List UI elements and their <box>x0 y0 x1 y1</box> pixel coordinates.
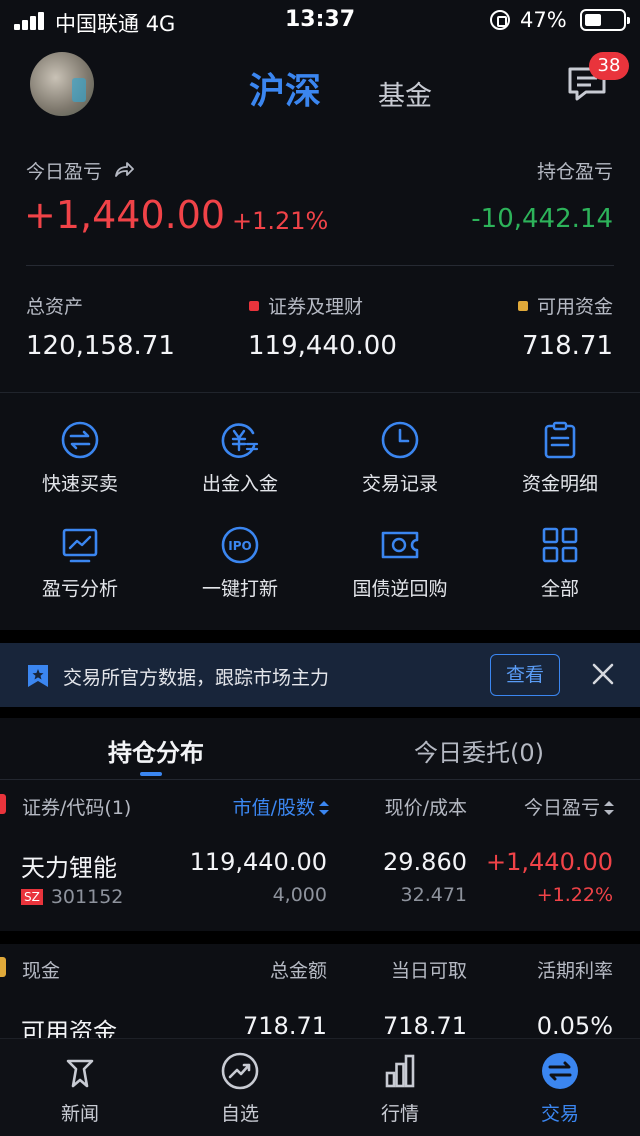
securities-value: 119,440.00 <box>248 331 397 361</box>
nav-label: 行情 <box>380 1103 419 1125</box>
status-bar: 中国联通 4G 13:37 47% <box>0 0 640 40</box>
shortcut-label: 快速买卖 <box>41 473 118 495</box>
shortcut-pnl-analysis[interactable]: 盈亏分析 <box>0 525 160 601</box>
holding-market-value: 119,440.00 <box>189 848 327 876</box>
cash-section-marker <box>0 957 6 977</box>
shortcut-label: 交易记录 <box>361 473 438 495</box>
holding-code: SZ 301152 <box>21 886 123 908</box>
banner-view-button[interactable]: 查看 <box>490 654 560 696</box>
battery-icon <box>580 9 630 31</box>
tab-positions[interactable]: 持仓分布 <box>108 733 204 768</box>
securities-dot-icon <box>249 301 259 311</box>
swap-icon <box>61 421 99 459</box>
shortcut-label: 一键打新 <box>201 578 278 600</box>
nav-label: 交易 <box>540 1103 579 1125</box>
shortcut-label: 盈亏分析 <box>41 578 118 600</box>
col-market-value-sort[interactable]: 市值/股数 <box>233 793 329 820</box>
today-pnl-percent: +1.21% <box>232 207 329 235</box>
cash-rate: 0.05% <box>536 1012 613 1040</box>
shortcut-funds-transfer[interactable]: 出金入金 <box>160 420 320 496</box>
shortcut-label: 资金明细 <box>521 473 598 495</box>
banner-text: 交易所官方数据，跟踪市场主力 <box>63 667 330 689</box>
holding-today-pnl: +1,440.00 <box>486 848 613 876</box>
trade-icon <box>542 1053 578 1089</box>
ipo-icon: IPO <box>221 526 259 564</box>
nav-label: 自选 <box>220 1103 259 1125</box>
sort-icon <box>604 801 614 815</box>
clipboard-icon <box>544 421 576 459</box>
shortcut-label: 国债逆回购 <box>352 578 448 600</box>
nav-watchlist[interactable]: 自选 <box>160 1051 320 1126</box>
securities-label: 证券及理财 <box>249 292 363 319</box>
news-icon <box>66 1059 94 1088</box>
nav-trade[interactable]: 交易 <box>480 1051 640 1126</box>
cash-total: 718.71 <box>243 1012 327 1040</box>
shortcut-trade-records[interactable]: 交易记录 <box>320 420 480 496</box>
nav-market[interactable]: 行情 <box>320 1051 480 1126</box>
yuan-transfer-icon <box>221 423 259 458</box>
divider <box>26 265 614 266</box>
section-gap <box>0 630 640 643</box>
holding-pnl-label: 持仓盈亏 <box>536 161 613 183</box>
cash-col-label: 现金 <box>22 960 61 982</box>
section-gap <box>0 931 640 944</box>
nav-news[interactable]: 新闻 <box>0 1051 160 1126</box>
tab-today-orders[interactable]: 今日委托(0) <box>414 733 544 768</box>
holding-today-pnl-percent: +1.22% <box>536 884 613 906</box>
cash-withdrawable: 718.71 <box>383 1012 467 1040</box>
clock-icon <box>381 421 419 459</box>
total-assets-value: 120,158.71 <box>26 331 175 361</box>
close-icon[interactable] <box>588 659 618 689</box>
svg-text:IPO: IPO <box>228 539 251 553</box>
shortcut-all[interactable]: 全部 <box>480 525 640 601</box>
holding-shares: 4,000 <box>272 884 327 906</box>
holding-cost: 32.471 <box>400 884 467 906</box>
chart-monitor-icon <box>62 528 98 563</box>
col-price-cost: 现价/成本 <box>384 797 467 819</box>
bottom-nav: 新闻 自选 行情 交易 <box>0 1038 640 1136</box>
holding-price: 29.860 <box>383 848 467 876</box>
col-today-pnl-sort[interactable]: 今日盈亏 <box>524 793 614 820</box>
rotation-lock-icon <box>490 10 510 30</box>
holding-name: 天力锂能 <box>21 854 117 882</box>
shortcut-ipo-subscribe[interactable]: IPO 一键打新 <box>160 525 320 601</box>
holding-pnl-value: -10,442.14 <box>471 204 613 234</box>
section-gap <box>0 707 640 718</box>
tab-underline <box>140 772 162 776</box>
bookmark-star-icon <box>28 665 48 687</box>
cash-col-withdrawable: 当日可取 <box>390 960 467 982</box>
shortcut-fund-details[interactable]: 资金明细 <box>480 420 640 496</box>
shortcut-label: 出金入金 <box>201 473 278 495</box>
divider <box>0 779 640 780</box>
trend-icon <box>221 1052 259 1090</box>
battery-percent: 47% <box>520 8 567 32</box>
today-pnl-label: 今日盈亏 <box>26 161 103 183</box>
available-dot-icon <box>517 301 528 311</box>
message-badge: 38 <box>589 52 629 80</box>
promo-banner[interactable]: 交易所官方数据，跟踪市场主力 查看 <box>0 643 640 707</box>
cash-col-rate: 活期利率 <box>536 960 613 982</box>
ticket-icon <box>381 531 419 559</box>
market-tag: SZ <box>21 889 43 905</box>
nav-label: 新闻 <box>60 1103 99 1125</box>
cash-col-total: 总金额 <box>269 960 327 982</box>
bar-chart-icon <box>385 1054 415 1088</box>
shortcut-label: 全部 <box>540 578 579 600</box>
available-funds-label: 可用资金 <box>517 292 613 319</box>
securities-section-marker <box>0 794 6 814</box>
col-security-code: 证券/代码(1) <box>22 797 132 819</box>
total-assets-label: 总资产 <box>26 296 84 318</box>
section-divider <box>0 392 640 393</box>
available-funds-value: 718.71 <box>522 331 613 361</box>
tab-fund[interactable]: 基金 <box>378 74 432 113</box>
shortcut-reverse-repo[interactable]: 国债逆回购 <box>320 525 480 601</box>
today-pnl-value: +1,440.00 <box>24 193 226 237</box>
grid-icon <box>542 527 578 563</box>
shortcut-quick-trade[interactable]: 快速买卖 <box>0 420 160 496</box>
sort-icon <box>319 801 329 815</box>
tab-hushen[interactable]: 沪深 <box>249 62 321 114</box>
avatar[interactable] <box>30 52 94 116</box>
share-icon[interactable] <box>114 160 134 178</box>
